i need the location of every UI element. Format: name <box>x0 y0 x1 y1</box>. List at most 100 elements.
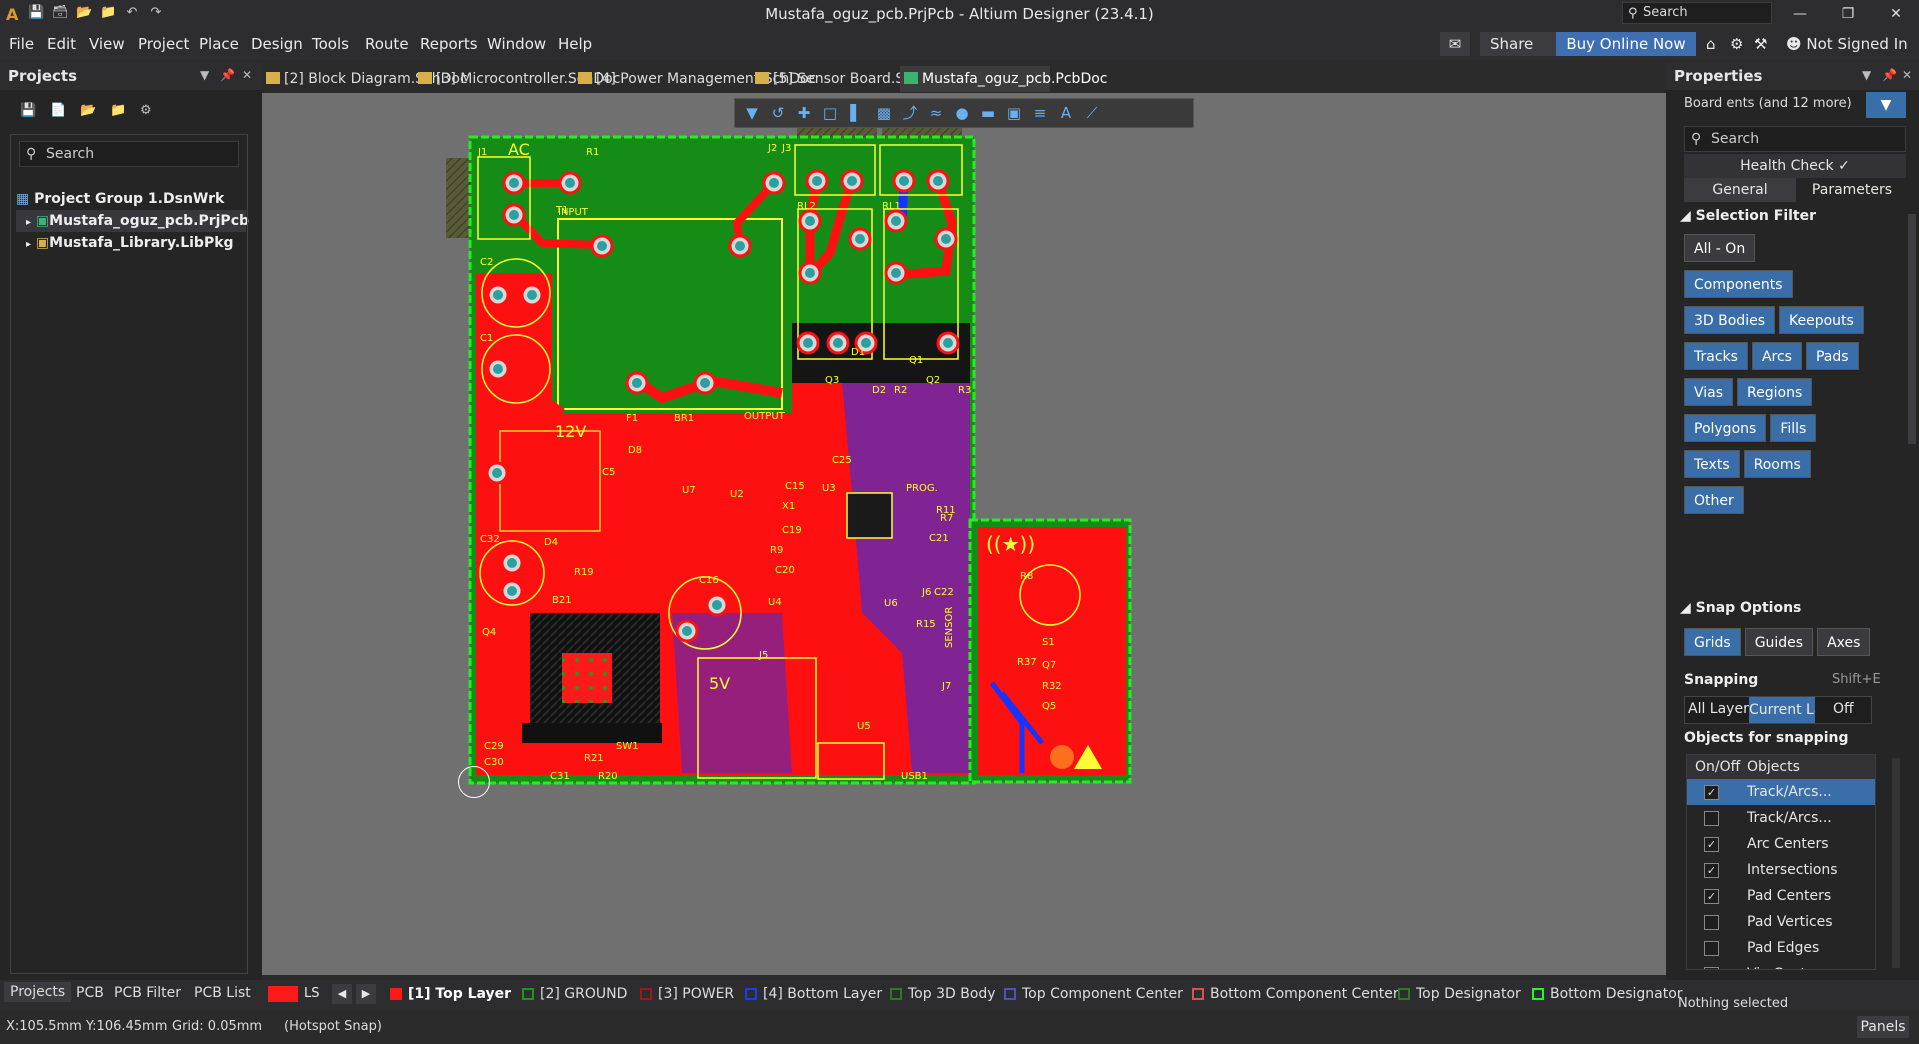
filter-components-button[interactable]: Components <box>1684 270 1793 298</box>
menu-design[interactable]: Design <box>251 35 303 53</box>
snap-guides-button[interactable]: Guides <box>1744 628 1814 656</box>
cross-icon[interactable]: ✚ <box>795 104 813 122</box>
snap-object-checkbox[interactable]: ✓ <box>1704 889 1719 904</box>
snap-object-row[interactable]: ✓ Via Centers <box>1687 961 1875 969</box>
line-icon[interactable]: ⟋ <box>1083 104 1101 122</box>
bottom-tab-projects[interactable]: Projects <box>4 982 72 1002</box>
close-panel-icon[interactable]: ✕ <box>242 68 252 82</box>
open-icon[interactable]: 📂 <box>76 5 92 21</box>
close-button[interactable]: ✕ <box>1876 2 1916 26</box>
share-button[interactable]: Share <box>1480 32 1558 56</box>
tree-item-library[interactable]: ▸ ▣Mustafa_Library.LibPkg <box>16 232 246 254</box>
filter-dropdown-button[interactable]: ▼ <box>1866 92 1906 118</box>
panel-menu-icon[interactable]: ▼ <box>200 68 209 82</box>
snap-object-row[interactable]: Pad Vertices <box>1687 909 1875 935</box>
layer-tab[interactable]: Bottom Designator <box>1532 986 1683 1002</box>
health-check-button[interactable]: Health Check ✓ <box>1684 154 1906 178</box>
filter-pads-button[interactable]: Pads <box>1805 342 1859 370</box>
layer-tab[interactable]: [1] Top Layer <box>390 986 511 1002</box>
pcb-canvas[interactable]: ((★)) J1 AC R1 J2 J3 T1 INPUT RL2 RL1 C2 C1 F1 BR1 OU… <box>262 93 1666 975</box>
menu-tools[interactable]: Tools <box>312 35 349 53</box>
tab-general[interactable]: General <box>1684 178 1796 202</box>
filter-polygons-button[interactable]: Polygons <box>1684 414 1767 442</box>
filter-tracks-button[interactable]: Tracks <box>1684 342 1748 370</box>
keepout-icon[interactable]: ▣ <box>1005 104 1023 122</box>
layer-tab[interactable]: [4] Bottom Layer <box>745 986 882 1002</box>
menu-window[interactable]: Window <box>487 35 546 53</box>
polygon-icon[interactable]: ▬ <box>979 104 997 122</box>
panels-button[interactable]: Panels <box>1857 1016 1909 1038</box>
menu-file[interactable]: File <box>9 35 34 53</box>
layer-set-button[interactable]: LS <box>304 986 320 1001</box>
save-all-icon[interactable]: 🗃 <box>52 5 69 21</box>
menu-view[interactable]: View <box>89 35 125 53</box>
component-icon[interactable]: ▩ <box>875 104 893 122</box>
layer-tab[interactable]: [2] GROUND <box>522 986 627 1002</box>
filter-other-button[interactable]: Other <box>1684 486 1744 514</box>
properties-scrollbar[interactable] <box>1908 214 1916 444</box>
open-project-icon[interactable]: 📁 <box>100 5 116 21</box>
via-icon[interactable]: ● <box>953 104 971 122</box>
user-account-button[interactable]: ☻ Not Signed In <box>1786 32 1916 56</box>
dimension-icon[interactable]: ≡ <box>1031 104 1049 122</box>
buy-online-button[interactable]: Buy Online Now <box>1556 32 1696 56</box>
pin-icon[interactable]: 📌 <box>220 68 235 82</box>
snap-axes-button[interactable]: Axes <box>1817 628 1871 656</box>
layer-tab[interactable]: Top Designator <box>1398 986 1521 1002</box>
snap-object-checkbox[interactable] <box>1704 941 1719 956</box>
string-icon[interactable]: A <box>1057 104 1075 122</box>
properties-search-input[interactable]: ⚲ Search <box>1684 126 1906 152</box>
interactive-route-icon[interactable]: ⤴ <box>901 104 919 122</box>
snap-options-header[interactable]: ◢ Snap Options <box>1680 600 1801 616</box>
tree-item-workspace[interactable]: ▦ Project Group 1.DsnWrk <box>16 188 246 210</box>
bottom-tab-pcb[interactable]: PCB <box>76 985 104 1001</box>
snap-object-row[interactable]: ✓ Intersections <box>1687 857 1875 883</box>
gear-icon[interactable]: ⚙ <box>1730 32 1750 56</box>
tab-pcb-doc[interactable]: Mustafa_oguz_pcb.PcbDoc <box>900 66 1108 92</box>
title-search-input[interactable]: ⚲ Search <box>1622 2 1772 24</box>
save-icon[interactable]: 💾 <box>20 103 36 119</box>
settings-icon[interactable]: ⚙ <box>140 103 156 119</box>
chevron-right-icon[interactable]: ▸ <box>26 239 31 250</box>
snap-grids-button[interactable]: Grids <box>1684 628 1741 656</box>
layer-tab[interactable]: Top 3D Body <box>890 986 996 1002</box>
select-rect-icon[interactable]: □ <box>821 104 839 122</box>
diff-pair-icon[interactable]: ≈ <box>927 104 945 122</box>
layer-prev-icon[interactable]: ◀ <box>332 984 352 1004</box>
snap-object-row[interactable]: ✓ Pad Centers <box>1687 883 1875 909</box>
filter-keepouts-button[interactable]: Keepouts <box>1779 306 1864 334</box>
undo-icon[interactable]: ↶ <box>124 5 140 21</box>
filter-arcs-button[interactable]: Arcs <box>1751 342 1802 370</box>
snap-current-layer[interactable]: Current La <box>1749 697 1815 723</box>
projects-search-input[interactable]: ⚲ Search <box>19 141 239 167</box>
snap-object-checkbox[interactable] <box>1704 915 1719 930</box>
route-icon[interactable]: ↺ <box>769 104 787 122</box>
restore-button[interactable]: ❐ <box>1828 2 1868 26</box>
project-options-icon[interactable]: 📁 <box>110 103 126 119</box>
align-icon[interactable]: ▌ <box>847 104 865 122</box>
message-icon[interactable]: ✉ <box>1440 32 1470 56</box>
snap-object-checkbox[interactable]: ✓ <box>1704 863 1719 878</box>
menu-reports[interactable]: Reports <box>420 35 478 53</box>
snap-object-row[interactable]: Track/Arcs... <box>1687 805 1875 831</box>
snap-object-row[interactable]: ✓ Track/Arcs... <box>1687 779 1875 805</box>
redo-icon[interactable]: ↷ <box>148 5 164 21</box>
filter-fills-button[interactable]: Fills <box>1770 414 1817 442</box>
bottom-tab-pcb-filter[interactable]: PCB Filter <box>114 985 181 1001</box>
menu-edit[interactable]: Edit <box>47 35 76 53</box>
snap-object-checkbox[interactable]: ✓ <box>1704 967 1719 969</box>
all-on-button[interactable]: All - On <box>1684 234 1756 262</box>
snap-object-checkbox[interactable]: ✓ <box>1704 785 1719 800</box>
save-icon[interactable]: 💾 <box>28 5 44 21</box>
menu-help[interactable]: Help <box>558 35 592 53</box>
layer-tab[interactable]: Top Component Center <box>1004 986 1183 1002</box>
menu-route[interactable]: Route <box>365 35 409 53</box>
objects-scrollbar[interactable] <box>1892 758 1900 968</box>
tree-item-project[interactable]: ▸ ▣Mustafa_oguz_pcb.PrjPcb <box>16 210 249 232</box>
current-layer-color[interactable] <box>268 986 298 1002</box>
menu-project[interactable]: Project <box>138 35 189 53</box>
tab-parameters[interactable]: Parameters <box>1796 178 1908 202</box>
filter-icon[interactable]: ▼ <box>743 104 761 122</box>
chevron-right-icon[interactable]: ▸ <box>26 217 31 228</box>
open-folder-icon[interactable]: 📂 <box>80 103 96 119</box>
